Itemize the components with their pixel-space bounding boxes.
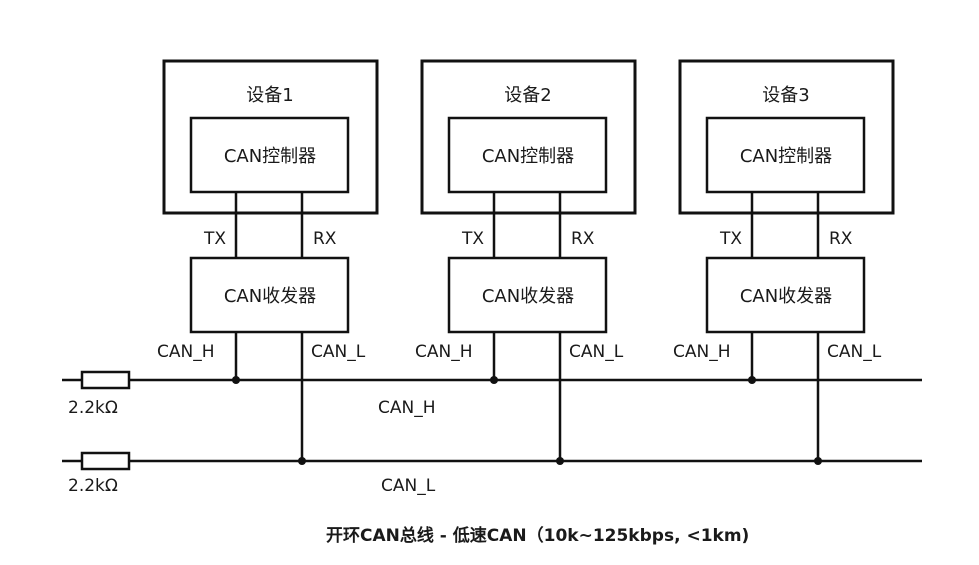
device-1-label: 设备1 [246, 85, 293, 106]
can-l-resistor-label: 2.2kΩ [68, 476, 118, 496]
diagram-caption: 开环CAN总线 - 低速CAN（10k~125kbps, <1km) [326, 525, 749, 546]
can-h-resistor [80, 370, 131, 390]
device-2-tx-label: TX [461, 229, 484, 249]
device-1-can-h-label: CAN_H [157, 342, 215, 362]
can-h-bus: 2.2kΩ CAN_H [62, 370, 922, 418]
can-h-resistor-label: 2.2kΩ [68, 398, 118, 418]
device-3-transceiver-label: CAN收发器 [740, 286, 832, 307]
device-3-tx-label: TX [719, 229, 742, 249]
device-3-label: 设备3 [762, 85, 809, 106]
device-2-can-h-label: CAN_H [415, 342, 473, 362]
can-h-bus-label: CAN_H [378, 398, 436, 418]
can-l-resistor [80, 451, 131, 471]
device-3: 设备3 CAN控制器 TX RX CAN收发器 CAN_H CAN_L [673, 59, 895, 465]
device-2-transceiver-label: CAN收发器 [482, 286, 574, 307]
device-1: 设备1 CAN控制器 TX RX CAN收发器 CAN_H CAN_L [157, 59, 379, 465]
device-1-tx-label: TX [203, 229, 226, 249]
device-2-rx-label: RX [571, 229, 595, 249]
device-1-can-l-label: CAN_L [311, 342, 366, 362]
device-3-controller-label: CAN控制器 [740, 146, 832, 167]
device-1-rx-label: RX [313, 229, 337, 249]
device-3-can-l-label: CAN_L [827, 342, 882, 362]
can-l-bus-label: CAN_L [381, 476, 436, 496]
device-1-transceiver-label: CAN收发器 [224, 286, 316, 307]
open-loop-can-bus-diagram: 设备1 CAN控制器 TX RX CAN收发器 CAN_H CAN_L 设备2 … [62, 59, 922, 546]
device-3-rx-label: RX [829, 229, 853, 249]
device-2-can-l-label: CAN_L [569, 342, 624, 362]
device-2-label: 设备2 [504, 85, 551, 106]
device-3-can-h-label: CAN_H [673, 342, 731, 362]
can-l-bus: 2.2kΩ CAN_L [62, 451, 922, 496]
device-2: 设备2 CAN控制器 TX RX CAN收发器 CAN_H CAN_L [415, 59, 637, 465]
device-1-controller-label: CAN控制器 [224, 146, 316, 167]
device-2-controller-label: CAN控制器 [482, 146, 574, 167]
